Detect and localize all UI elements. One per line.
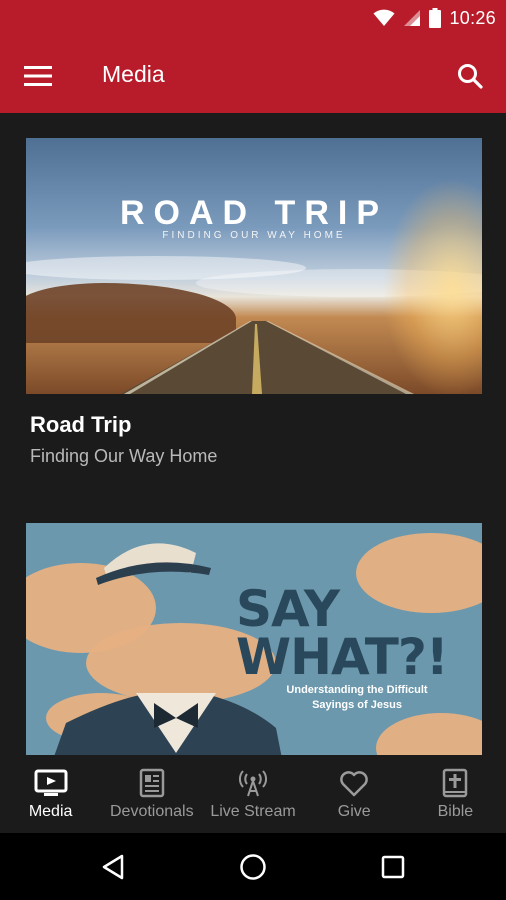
system-navigation-bar [0, 833, 506, 900]
nav-label: Give [337, 803, 371, 820]
status-bar: 10:26 [0, 0, 506, 37]
road-trip-artwork: ROAD TRIP FINDING OUR WAY HOME [26, 138, 482, 394]
signal-icon [404, 10, 421, 26]
nav-item-give[interactable]: Give [304, 755, 405, 833]
say-what-art-subtitle: Understanding the Difficult Sayings of J… [286, 684, 428, 711]
bible-cross-icon [443, 768, 468, 798]
page-title: Media [102, 61, 165, 87]
nav-item-live-stream[interactable]: Live Stream [202, 755, 303, 833]
home-button[interactable] [236, 850, 270, 884]
status-time: 10:26 [449, 7, 496, 28]
media-list: ROAD TRIP FINDING OUR WAY HOME Road Trip… [0, 113, 506, 755]
nav-item-media[interactable]: Media [0, 755, 101, 833]
bottom-navigation: Media Devotionals Live Stream Give Bible [0, 755, 506, 833]
menu-button[interactable] [18, 56, 58, 96]
nav-label: Live Stream [210, 803, 296, 820]
home-circle-icon [240, 854, 266, 880]
nav-item-devotionals[interactable]: Devotionals [101, 755, 202, 833]
say-what-art-title: SAY WHAT?! [236, 580, 449, 686]
battery-icon [429, 8, 442, 28]
say-what-artwork: SAY WHAT?! Understanding the Difficult S… [26, 523, 482, 755]
status-icons: 10:26 [373, 7, 496, 29]
nav-label: Devotionals [110, 803, 194, 820]
tv-icon [34, 769, 68, 796]
media-card-say-what[interactable]: SAY WHAT?! Understanding the Difficult S… [26, 523, 482, 755]
nav-item-bible[interactable]: Bible [405, 755, 506, 833]
back-button[interactable] [96, 850, 130, 884]
card-subtitle: Finding Our Way Home [30, 446, 218, 466]
search-button[interactable] [450, 56, 490, 96]
road-trip-art-title: ROAD TRIP [120, 194, 388, 232]
hamburger-menu-icon [24, 66, 52, 86]
nav-label: Bible [437, 803, 474, 820]
back-triangle-icon [102, 854, 124, 880]
media-card-road-trip[interactable]: ROAD TRIP FINDING OUR WAY HOME Road Trip… [26, 138, 482, 467]
search-icon [458, 64, 483, 89]
recents-square-icon [381, 855, 405, 879]
app-bar: Media [0, 37, 506, 113]
wifi-icon [373, 9, 395, 26]
card-title: Road Trip [30, 412, 132, 437]
nav-label: Media [28, 803, 73, 820]
road-trip-art-subtitle: FINDING OUR WAY HOME [162, 230, 346, 241]
newspaper-icon [139, 768, 165, 798]
recents-button[interactable] [376, 850, 410, 884]
broadcast-tower-icon [239, 770, 267, 797]
heart-icon [340, 771, 369, 797]
